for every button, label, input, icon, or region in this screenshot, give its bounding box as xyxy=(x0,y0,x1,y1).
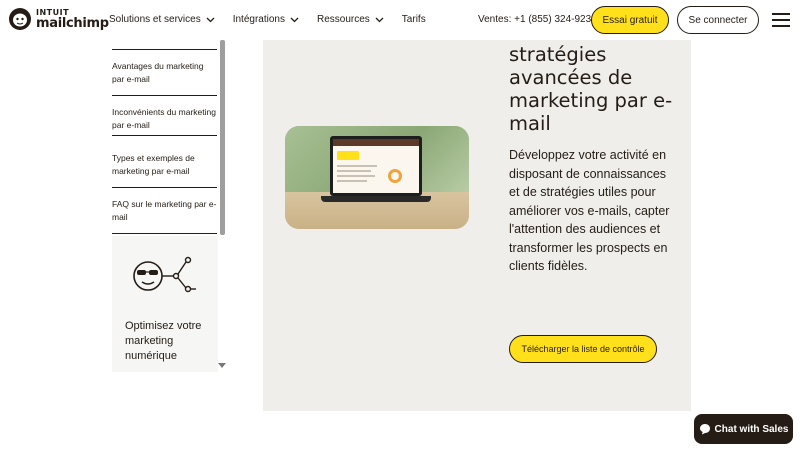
login-button[interactable]: Se connecter xyxy=(677,6,759,34)
freddie-logo-icon xyxy=(9,8,31,30)
sidebar-scrollbar[interactable] xyxy=(220,40,225,235)
chevron-down-icon xyxy=(206,17,215,22)
nav-item-integrations[interactable]: Intégrations xyxy=(233,14,299,25)
main-nav: Solutions et services Intégrations Resso… xyxy=(109,14,444,25)
chevron-down-icon xyxy=(290,17,299,22)
chat-bubble-icon xyxy=(699,424,710,435)
toc-item-disadvantages[interactable]: Inconvénients du marketing par e-mail xyxy=(112,106,217,136)
screen-logo-icon xyxy=(337,151,359,160)
promo-card[interactable]: Optimisez votre marketing numérique xyxy=(112,236,218,372)
site-header: INTUIT mailchimp Solutions et services I… xyxy=(0,0,800,40)
menu-icon[interactable] xyxy=(772,13,790,27)
laptop-screen xyxy=(330,136,422,196)
donut-chart-icon xyxy=(388,169,402,183)
toc-item-faq[interactable]: FAQ sur le marketing par e-mail xyxy=(112,198,217,234)
free-trial-button[interactable]: Essai gratuit xyxy=(591,6,669,34)
chevron-down-icon xyxy=(375,17,384,22)
laptop-photo xyxy=(285,126,469,229)
promo-text: Optimisez votre marketing numérique xyxy=(125,320,202,362)
divider xyxy=(112,49,217,50)
chat-with-sales-button[interactable]: Chat with Sales xyxy=(694,414,793,444)
nav-item-resources[interactable]: Ressources xyxy=(317,14,384,25)
nav-item-solutions[interactable]: Solutions et services xyxy=(109,14,215,25)
character-network-icon xyxy=(133,256,196,293)
toc-item-advantages[interactable]: Avantages du marketing par e-mail xyxy=(112,60,217,96)
sales-phone[interactable]: Ventes: +1 (855) 324-9230 xyxy=(478,14,597,25)
logo-mailchimp-text: mailchimp xyxy=(36,15,109,31)
mailchimp-logo[interactable]: INTUIT mailchimp xyxy=(8,7,109,31)
download-checklist-button[interactable]: Télécharger la liste de contrôle xyxy=(509,335,657,363)
nav-item-pricing[interactable]: Tarifs xyxy=(402,14,426,25)
toc-item-types-examples[interactable]: Types et exemples de marketing par e-mai… xyxy=(112,152,217,188)
section-heading: stratégies avancées de marketing par e-m… xyxy=(509,43,673,135)
section-body: Développez votre activité en disposant d… xyxy=(509,148,670,273)
scroll-down-arrow-icon[interactable] xyxy=(218,363,226,368)
